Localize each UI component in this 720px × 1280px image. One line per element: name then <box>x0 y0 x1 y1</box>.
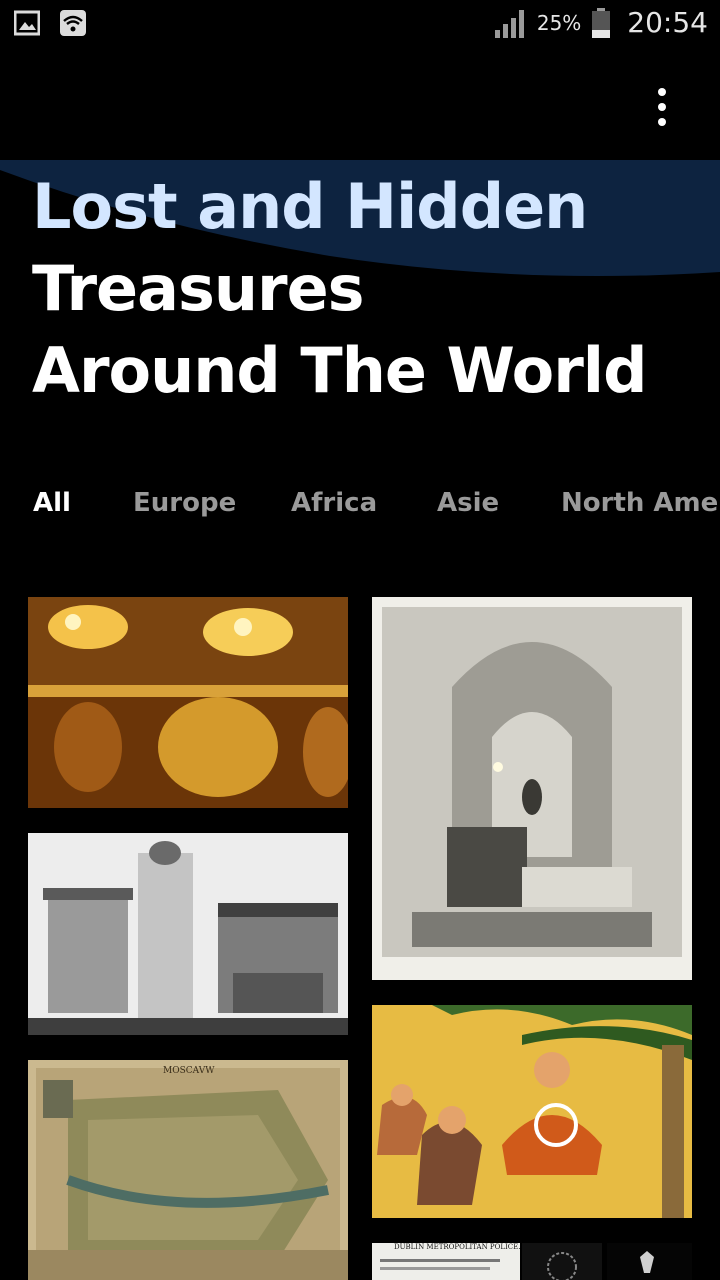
tab-africa[interactable]: Africa <box>291 488 377 518</box>
tab-north-america[interactable]: North America <box>561 488 720 518</box>
treasure-card-ark[interactable] <box>28 833 348 1035</box>
vault-engraving-image <box>372 597 692 980</box>
region-tabs: All Europe Africa Asie North America <box>0 476 720 536</box>
battery-icon <box>592 7 611 38</box>
treasure-card-samurai[interactable] <box>372 1005 692 1218</box>
page-title: Lost and Hidden Treasures Around The Wor… <box>32 166 647 412</box>
tab-europe[interactable]: Europe <box>133 488 236 518</box>
treasure-card-crown-jewels[interactable]: DUBLIN METROPOLITAN POLICE. <box>372 1243 692 1280</box>
gallery-icon <box>14 10 40 36</box>
samurai-painting-image <box>372 1005 692 1218</box>
status-bar: 25% 20:54 <box>0 0 720 50</box>
title-line-3: Around The World <box>32 334 647 407</box>
ark-engraving-image <box>28 833 348 1035</box>
map-caption: MOSCAVW <box>163 1066 215 1076</box>
clock: 20:54 <box>627 6 708 39</box>
moscow-map-image <box>28 1060 348 1280</box>
treasure-card-vault[interactable] <box>372 597 692 980</box>
battery-percent: 25% <box>536 10 582 35</box>
overflow-menu-icon[interactable] <box>652 88 672 126</box>
newspaper-heading: DUBLIN METROPOLITAN POLICE. <box>394 1243 521 1251</box>
treasure-card-moscow-map[interactable]: MOSCAVW <box>28 1060 348 1280</box>
tab-asie[interactable]: Asie <box>437 488 499 518</box>
title-line-1: Lost and Hidden <box>32 170 588 243</box>
tab-all[interactable]: All <box>33 488 71 518</box>
wifi-icon <box>60 10 86 36</box>
amber-room-image <box>28 597 348 808</box>
treasure-card-amber-room[interactable] <box>28 597 348 808</box>
title-line-2: Treasures <box>32 252 365 325</box>
signal-icon <box>494 9 524 38</box>
